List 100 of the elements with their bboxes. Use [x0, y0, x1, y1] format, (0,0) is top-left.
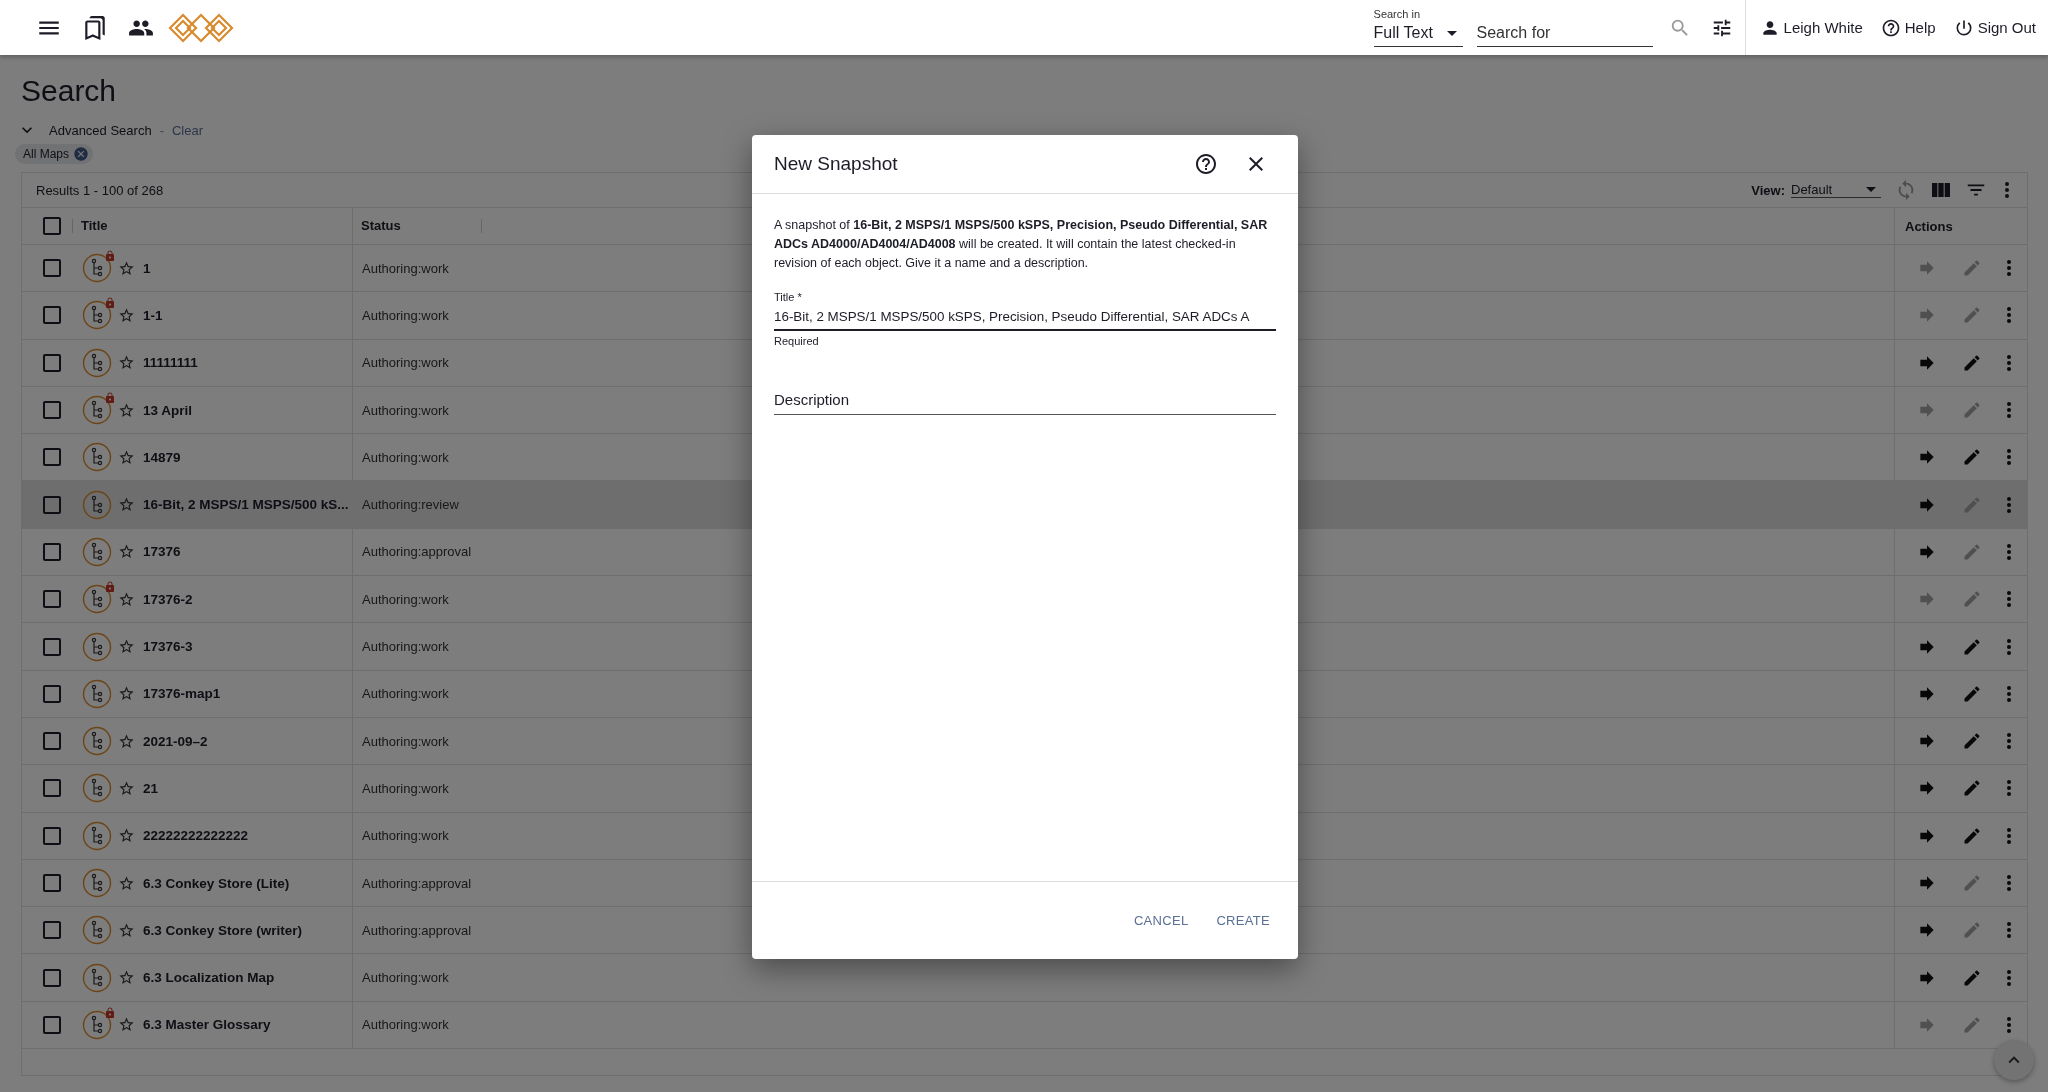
pencil-icon[interactable]	[1962, 731, 1982, 752]
favorite-star-icon[interactable]	[118, 1016, 135, 1034]
favorite-star-icon[interactable]	[118, 827, 135, 845]
status-text: Authoring:work	[361, 307, 449, 323]
help-icon	[1194, 152, 1218, 176]
status-text: Authoring:approval	[361, 922, 472, 938]
search-field[interactable]: Search for	[1476, 20, 1653, 47]
lock-icon	[104, 1006, 116, 1019]
more-icon	[2006, 402, 2011, 419]
more-button[interactable]	[2006, 496, 2011, 513]
pencil-icon[interactable]	[1962, 352, 1982, 373]
favorite-star-icon[interactable]	[118, 874, 135, 892]
row-title[interactable]: 11111111	[143, 355, 198, 371]
favorite-star-icon[interactable]	[118, 306, 135, 324]
pencil-icon[interactable]	[1962, 778, 1982, 799]
pencil-icon[interactable]	[1962, 825, 1982, 846]
pencil-icon[interactable]	[1962, 447, 1982, 468]
row-title[interactable]: 6.3 Master Glossary	[143, 1017, 271, 1033]
more-button[interactable]	[2006, 543, 2011, 560]
tree-icon	[82, 347, 112, 378]
row-title[interactable]: 1-1	[143, 307, 163, 323]
more-button[interactable]	[2006, 875, 2011, 891]
favorite-star-icon[interactable]	[118, 638, 135, 655]
row-title[interactable]: 1	[143, 260, 151, 276]
favorite-star-icon[interactable]	[118, 543, 135, 561]
favorite-star-icon[interactable]	[118, 921, 135, 939]
favorite-star-icon[interactable]	[118, 685, 135, 703]
sign-out-button[interactable]: Sign Out	[1947, 13, 2042, 42]
row-title[interactable]: 17376-2	[143, 591, 193, 607]
advanced-search-toggle[interactable]: Advanced Search	[49, 122, 152, 138]
row-title[interactable]: 6.3 Conkey Store (writer)	[143, 922, 303, 938]
pencil-icon[interactable]	[1962, 683, 1982, 704]
more-button[interactable]	[2006, 449, 2011, 466]
favorite-star-icon[interactable]	[118, 496, 135, 514]
filter-chip[interactable]: All Maps	[15, 144, 93, 164]
column-header[interactable]: Title	[72, 219, 108, 233]
lock-icon	[104, 250, 116, 263]
row-title[interactable]: 2021-09–2	[143, 733, 208, 749]
lock-icon	[104, 581, 116, 594]
more-button[interactable]	[2006, 1016, 2011, 1033]
favorite-star-icon[interactable]	[118, 259, 135, 277]
favorite-star-icon[interactable]	[118, 969, 135, 987]
row-title[interactable]: 21	[143, 780, 159, 796]
row-title[interactable]: 17376-map1	[143, 686, 221, 702]
more-icon	[2006, 638, 2011, 655]
status-text: Authoring:work	[361, 828, 449, 844]
more-button[interactable]	[2006, 354, 2011, 371]
lock-icon	[104, 392, 116, 405]
status-text: Authoring:work	[361, 1017, 449, 1033]
favorite-star-icon[interactable]	[118, 448, 135, 466]
more-button[interactable]	[2006, 260, 2011, 277]
user-button[interactable]: Leigh White	[1753, 13, 1869, 42]
tree-icon	[82, 726, 112, 757]
more-button[interactable]	[2006, 733, 2011, 750]
row-title[interactable]: 6.3 Localization Map	[143, 970, 275, 986]
row-title[interactable]: 16-Bit, 2 MSPS/1 MSPS/500 kS...	[143, 497, 349, 513]
more-button[interactable]	[2006, 591, 2011, 608]
pencil-icon[interactable]	[1962, 967, 1982, 988]
select-all-checkbox[interactable]	[40, 214, 64, 238]
pencil-icon[interactable]	[1962, 636, 1982, 657]
tree-icon	[82, 395, 112, 426]
favorite-star-icon[interactable]	[118, 590, 135, 608]
row-title[interactable]: 17376	[143, 544, 181, 560]
row-title[interactable]: 22222222222222	[143, 828, 249, 844]
help-button[interactable]: Help	[1874, 13, 1942, 42]
tree-icon	[82, 773, 112, 804]
row-title[interactable]: 13 April	[143, 402, 193, 418]
bookmarks-icon	[82, 14, 108, 41]
more-button[interactable]	[2006, 780, 2011, 797]
row-title[interactable]: 17376-3	[143, 639, 193, 654]
more-icon	[2006, 827, 2011, 844]
more-button[interactable]	[2006, 685, 2011, 702]
favorite-star-icon[interactable]	[118, 732, 135, 750]
search-scope-select[interactable]: Full Text	[1373, 20, 1463, 47]
status-text: Authoring:work	[361, 733, 449, 749]
more-icon	[2006, 1016, 2011, 1033]
more-button[interactable]	[2006, 969, 2011, 986]
more-button[interactable]	[2006, 638, 2011, 655]
create-button[interactable]: CREATE	[1206, 905, 1280, 936]
tree-icon	[82, 678, 112, 709]
favorite-star-icon[interactable]	[118, 354, 135, 372]
clear-link[interactable]: Clear	[171, 122, 204, 138]
tree-icon	[82, 442, 112, 473]
status-text: Authoring:work	[361, 970, 449, 986]
view-select[interactable]: Default	[1791, 182, 1881, 198]
more-button[interactable]	[2006, 827, 2011, 844]
more-button[interactable]	[2006, 402, 2011, 419]
row-title[interactable]: 14879	[143, 449, 181, 465]
dropdown-icon	[1446, 30, 1457, 36]
more-button[interactable]	[2006, 307, 2011, 324]
row-checkbox[interactable]	[40, 871, 64, 895]
column-header[interactable]: Status	[353, 219, 482, 233]
more-button[interactable]	[2006, 922, 2011, 939]
row-title[interactable]: 6.3 Conkey Store (Lite)	[143, 875, 290, 891]
view-label: View:	[1751, 182, 1785, 198]
remove-icon[interactable]	[73, 146, 89, 162]
favorite-star-icon[interactable]	[118, 779, 135, 797]
favorite-star-icon[interactable]	[118, 401, 135, 419]
cancel-button[interactable]: CANCEL	[1123, 905, 1199, 936]
tree-icon	[82, 868, 112, 898]
